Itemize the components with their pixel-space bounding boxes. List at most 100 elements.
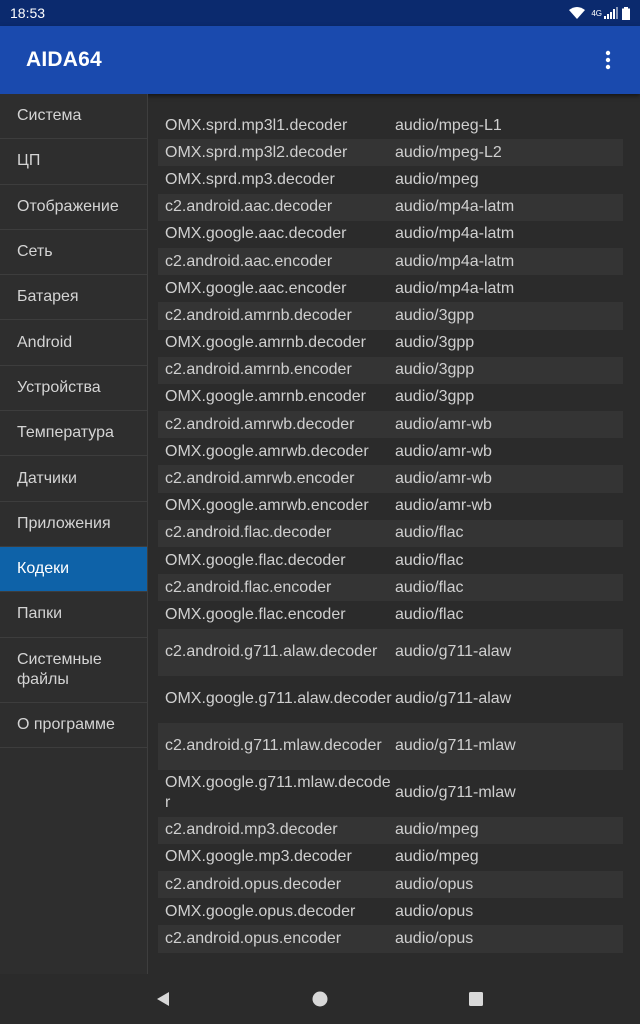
sidebar-item-display[interactable]: Отображение: [0, 185, 147, 230]
codec-name: OMX.google.g711.mlaw.decoder: [165, 774, 391, 812]
sidebar-item-system-files[interactable]: Системные файлы: [0, 638, 147, 703]
sidebar-item-network[interactable]: Сеть: [0, 230, 147, 276]
table-row: c2.android.amrwb.encoder audio/amr-wb: [158, 465, 623, 493]
sidebar-item-label: Приложения: [17, 514, 111, 532]
sidebar-item-system[interactable]: Система: [0, 94, 147, 140]
codec-type: audio/amr-wb: [395, 442, 492, 460]
codec-type: audio/amr-wb: [395, 470, 492, 488]
codec-type: audio/3gpp: [395, 334, 475, 352]
codec-name: c2.android.aac.encoder: [165, 252, 333, 270]
table-row: c2.android.flac.decoder audio/flac: [158, 519, 623, 547]
battery-icon: [622, 6, 630, 20]
table-row: OMX.google.amrwb.decoder audio/amr-wb: [158, 438, 623, 465]
codec-type: audio/amr-wb: [395, 497, 492, 515]
table-row: OMX.sprd.mp3l2.decoder audio/mpeg-L2: [158, 139, 623, 167]
codec-name: c2.android.aac.decoder: [165, 198, 333, 216]
codec-type: audio/mpeg-L1: [395, 116, 502, 134]
codec-type: audio/mp4a-latm: [395, 198, 515, 216]
codec-name: c2.android.g711.alaw.decoder: [165, 643, 378, 661]
sidebar-item-android[interactable]: Android: [0, 320, 147, 366]
sidebar-item-label: Сеть: [17, 243, 53, 261]
sidebar-item-label: Датчики: [17, 469, 77, 487]
sidebar-item-label: Система: [17, 107, 82, 125]
sidebar-item-label: Батарея: [17, 288, 79, 306]
codec-name: OMX.google.amrnb.encoder: [165, 388, 366, 406]
table-row: OMX.google.opus.decoder audio/opus: [158, 898, 623, 925]
codec-name: c2.android.flac.encoder: [165, 578, 332, 596]
codec-name: OMX.google.flac.decoder: [165, 551, 346, 569]
status-bar: 18:53 4G: [0, 0, 640, 26]
wifi-icon: [569, 7, 586, 19]
codec-type: audio/flac: [395, 524, 464, 542]
table-row: c2.android.aac.encoder audio/mp4a-latm: [158, 247, 623, 276]
codec-name: c2.android.amrwb.decoder: [165, 415, 355, 433]
back-button[interactable]: [155, 991, 171, 1007]
sidebar: Система ЦП Отображение Сеть Батарея Andr…: [0, 94, 148, 974]
home-button[interactable]: [312, 991, 328, 1007]
more-vert-icon: [605, 50, 611, 70]
codec-name: OMX.google.g711.alaw.decoder: [165, 690, 392, 708]
codec-type: audio/3gpp: [395, 361, 475, 379]
sidebar-item-temperature[interactable]: Температура: [0, 411, 147, 457]
navigation-bar: [0, 974, 640, 1024]
codec-type: audio/mp4a-latm: [395, 252, 515, 270]
codec-name: c2.android.opus.encoder: [165, 929, 342, 947]
table-row: OMX.google.mp3.decoder audio/mpeg: [158, 844, 623, 871]
codec-name: c2.android.amrwb.encoder: [165, 470, 355, 488]
codec-name: OMX.google.aac.encoder: [165, 279, 347, 297]
table-row: OMX.google.aac.decoder audio/mp4a-latm: [158, 221, 623, 248]
sidebar-item-cpu[interactable]: ЦП: [0, 139, 147, 185]
table-row: OMX.google.g711.mlaw.decoder audio/g711-m…: [158, 770, 623, 817]
codec-name: OMX.google.flac.encoder: [165, 605, 346, 623]
more-options-button[interactable]: [596, 48, 620, 72]
sidebar-item-devices[interactable]: Устройства: [0, 366, 147, 412]
status-icons: 4G: [569, 6, 630, 20]
codec-name: c2.android.mp3.decoder: [165, 821, 338, 839]
codec-name: OMX.google.opus.decoder: [165, 902, 356, 920]
table-row: c2.android.amrnb.encoder audio/3gpp: [158, 356, 623, 384]
codec-type: audio/mpeg: [395, 848, 479, 866]
codec-type: audio/mp4a-latm: [395, 225, 515, 243]
status-time: 18:53: [10, 5, 46, 21]
codec-type: audio/mp4a-latm: [395, 279, 515, 297]
codec-list: OMX.sprd.mp3l1.decoder audio/mpeg-L1 OMX.…: [158, 112, 623, 953]
codec-name: OMX.sprd.mp3l2.decoder: [165, 143, 348, 161]
sidebar-item-codecs[interactable]: Кодеки: [0, 546, 147, 593]
codec-type: audio/opus: [395, 929, 474, 947]
codec-name: c2.android.opus.decoder: [165, 875, 342, 893]
codec-type: audio/flac: [395, 551, 464, 569]
sidebar-item-sensors[interactable]: Датчики: [0, 456, 147, 502]
sidebar-item-label: Кодеки: [17, 560, 70, 578]
sidebar-item-label: Android: [17, 333, 73, 351]
codec-type: audio/3gpp: [395, 306, 475, 324]
codec-type: audio/g711-alaw: [395, 690, 512, 708]
codec-type: audio/g711-mlaw: [395, 784, 516, 802]
codec-name: OMX.google.amrwb.encoder: [165, 497, 369, 515]
sidebar-item-folders[interactable]: Папки: [0, 592, 147, 638]
table-row: c2.android.aac.decoder audio/mp4a-latm: [158, 193, 623, 221]
table-row: c2.android.mp3.decoder audio/mpeg: [158, 816, 623, 844]
table-row: c2.android.amrnb.decoder audio/3gpp: [158, 302, 623, 330]
sidebar-item-label: Устройства: [17, 378, 101, 396]
table-row: OMX.google.aac.encoder audio/mp4a-latm: [158, 275, 623, 302]
table-row: c2.android.g711.alaw.decoder audio/g711-a…: [158, 628, 623, 676]
table-row: c2.android.amrwb.decoder audio/amr-wb: [158, 411, 623, 439]
codec-type: audio/mpeg: [395, 170, 479, 188]
codec-name: OMX.google.aac.decoder: [165, 225, 347, 243]
sidebar-item-label: Системные файлы: [17, 650, 102, 688]
table-row: c2.android.flac.encoder audio/flac: [158, 574, 623, 602]
signal-icon: [604, 7, 618, 19]
recents-square-icon: [469, 992, 483, 1006]
codec-type: audio/g711-alaw: [395, 643, 512, 661]
sidebar-item-about[interactable]: О программе: [0, 703, 147, 748]
home-circle-icon: [312, 991, 328, 1007]
codec-type: audio/3gpp: [395, 388, 475, 406]
sidebar-item-battery[interactable]: Батарея: [0, 275, 147, 321]
sidebar-item-apps[interactable]: Приложения: [0, 502, 147, 547]
codec-name: OMX.google.amrwb.decoder: [165, 442, 369, 460]
codec-name: c2.android.g711.mlaw.decoder: [165, 737, 382, 755]
codec-type: audio/opus: [395, 902, 474, 920]
table-row: OMX.google.flac.encoder audio/flac: [158, 601, 623, 628]
table-row: OMX.google.amrnb.encoder audio/3gpp: [158, 384, 623, 411]
recents-button[interactable]: [468, 991, 484, 1007]
